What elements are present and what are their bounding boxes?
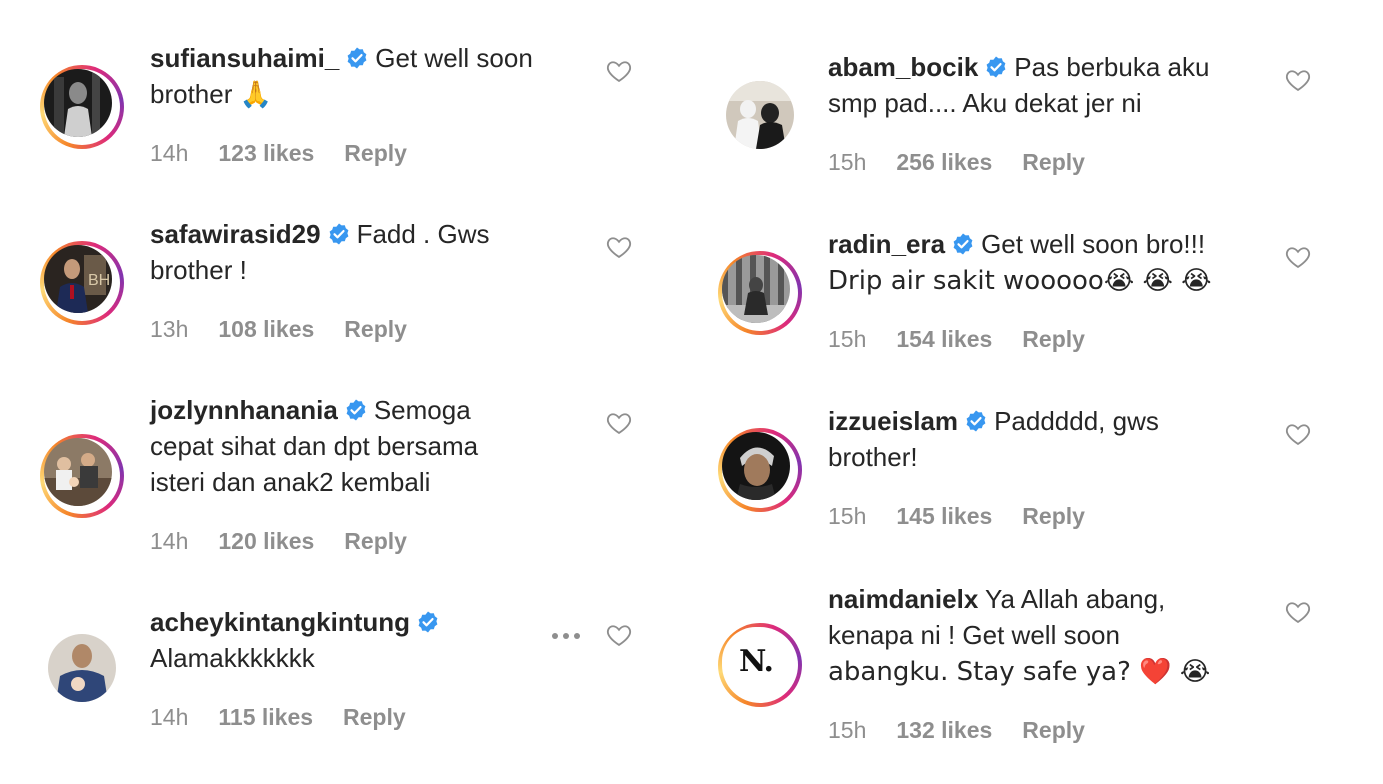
heart-icon[interactable] xyxy=(1284,243,1312,271)
comment-text: safawirasid29 Fadd . Gws brother ! xyxy=(150,216,580,288)
avatar[interactable] xyxy=(40,434,124,518)
heart-icon[interactable] xyxy=(605,621,633,649)
comment-meta: 15h 145 likes Reply xyxy=(828,503,1085,530)
svg-text:BH: BH xyxy=(88,272,110,289)
avatar[interactable] xyxy=(718,251,802,335)
verified-badge-icon xyxy=(984,55,1008,79)
timestamp[interactable]: 14h xyxy=(150,528,188,554)
likes-count[interactable]: 120 likes xyxy=(218,528,314,554)
comment-meta: 14h 120 likes Reply xyxy=(150,528,407,555)
avatar-logo-text: N. xyxy=(739,643,774,679)
likes-count[interactable]: 108 likes xyxy=(218,316,314,342)
reply-button[interactable]: Reply xyxy=(343,704,406,730)
username[interactable]: radin_era xyxy=(828,229,945,259)
comment-text: jozlynnhanania Semoga cepat sihat dan dpt… xyxy=(150,392,580,500)
comment-body: Pas berbuka aku xyxy=(1014,52,1210,82)
avatar[interactable] xyxy=(40,626,124,710)
avatar[interactable]: N. xyxy=(718,623,802,707)
likes-count[interactable]: 123 likes xyxy=(218,140,314,166)
reply-button[interactable]: Reply xyxy=(1022,717,1085,743)
comment-body: Get well soon bro!!! xyxy=(981,229,1206,259)
comment-text: abam_bocik Pas berbuka aku smp pad.... Ak… xyxy=(828,49,1258,121)
comment-body: Paddddd, gws xyxy=(994,406,1159,436)
timestamp[interactable]: 15h xyxy=(828,717,866,743)
comment-jozlynnhanania: jozlynnhanania Semoga cepat sihat dan dpt… xyxy=(40,392,680,555)
username[interactable]: izzueislam xyxy=(828,406,958,436)
likes-count[interactable]: 132 likes xyxy=(896,717,992,743)
verified-badge-icon xyxy=(344,398,368,422)
likes-count[interactable]: 154 likes xyxy=(896,326,992,352)
heart-icon[interactable] xyxy=(605,57,633,85)
likes-count[interactable]: 115 likes xyxy=(218,704,313,730)
timestamp[interactable]: 15h xyxy=(828,149,866,175)
heart-icon[interactable] xyxy=(605,233,633,261)
timestamp[interactable]: 15h xyxy=(828,503,866,529)
comment-body-cont: brother 🙏 xyxy=(150,79,272,109)
comment-meta: 15h 154 likes Reply xyxy=(828,326,1085,353)
timestamp[interactable]: 13h xyxy=(150,316,188,342)
reply-button[interactable]: Reply xyxy=(344,528,407,554)
avatar[interactable] xyxy=(718,428,802,512)
comment-body: Semoga xyxy=(373,395,471,425)
comment-body: Get well soon xyxy=(375,43,533,73)
timestamp[interactable]: 15h xyxy=(828,326,866,352)
comment-acheykintangkintung: acheykintangkintung Alamakkkkkkk 14h 115 … xyxy=(40,604,680,764)
username[interactable]: safawirasid29 xyxy=(150,219,321,249)
comment-body-cont: brother ! xyxy=(150,255,247,285)
timestamp[interactable]: 14h xyxy=(150,140,188,166)
comment-text: izzueislam Paddddd, gws brother! xyxy=(828,403,1258,475)
username[interactable]: acheykintangkintung xyxy=(150,607,410,637)
comment-body: Alamakkkkkkk xyxy=(150,643,315,673)
comment-text: acheykintangkintung Alamakkkkkkk xyxy=(150,604,580,676)
likes-count[interactable]: 145 likes xyxy=(896,503,992,529)
comment-izzueislam: izzueislam Paddddd, gws brother! 15h 145 l… xyxy=(718,403,1358,563)
comment-radin-era: radin_era Get well soon bro!!! Drip air s… xyxy=(718,226,1358,386)
comment-body-cont: Drip air sakit wooooo😭 😭 😭 xyxy=(828,266,1212,296)
heart-icon[interactable] xyxy=(1284,66,1312,94)
reply-button[interactable]: Reply xyxy=(1022,503,1085,529)
reply-button[interactable]: Reply xyxy=(1022,326,1085,352)
comment-body-cont: smp pad.... Aku dekat jer ni xyxy=(828,88,1142,118)
comment-text: sufiansuhaimi_ Get well soon brother 🙏 xyxy=(150,40,580,112)
heart-icon[interactable] xyxy=(1284,598,1312,626)
username[interactable]: abam_bocik xyxy=(828,52,978,82)
heart-icon[interactable] xyxy=(605,409,633,437)
comment-body: Ya Allah abang, xyxy=(985,584,1166,614)
comment-abam-bocik: abam_bocik Pas berbuka aku smp pad.... Ak… xyxy=(718,49,1358,209)
verified-badge-icon xyxy=(416,610,440,634)
username[interactable]: sufiansuhaimi_ xyxy=(150,43,339,73)
comment-naimdanielx: N. naimdanielx Ya Allah abang, kenapa ni… xyxy=(718,581,1358,744)
comment-body-cont: cepat sihat dan dpt bersama xyxy=(150,431,479,461)
timestamp[interactable]: 14h xyxy=(150,704,188,730)
verified-badge-icon xyxy=(964,409,988,433)
likes-count[interactable]: 256 likes xyxy=(896,149,992,175)
reply-button[interactable]: Reply xyxy=(344,316,407,342)
comment-body-cont2: abangku. Stay safe ya? ❤️ 😭 xyxy=(828,657,1211,687)
username[interactable]: naimdanielx xyxy=(828,584,978,614)
comment-text: naimdanielx Ya Allah abang, kenapa ni ! … xyxy=(828,581,1258,690)
verified-badge-icon xyxy=(345,46,369,70)
comment-meta: 15h 256 likes Reply xyxy=(828,149,1085,176)
comment-body-cont: kenapa ni ! Get well soon xyxy=(828,620,1120,650)
reply-button[interactable]: Reply xyxy=(1022,149,1085,175)
avatar[interactable] xyxy=(718,73,802,157)
username[interactable]: jozlynnhanania xyxy=(150,395,338,425)
comment-body-cont2: isteri dan anak2 kembali xyxy=(150,467,431,497)
comment-meta: 14h 123 likes Reply xyxy=(150,140,407,167)
comment-body-cont: brother! xyxy=(828,442,918,472)
comment-meta: 14h 115 likes Reply xyxy=(150,704,406,731)
verified-badge-icon xyxy=(951,232,975,256)
comment-safawirasid29: BH safawirasid29 Fadd . Gws brother ! 13h… xyxy=(40,216,680,376)
avatar[interactable]: BH xyxy=(40,241,124,325)
comment-sufiansuhaimi: sufiansuhaimi_ Get well soon brother 🙏 14… xyxy=(40,40,680,200)
comment-meta: 13h 108 likes Reply xyxy=(150,316,407,343)
heart-icon[interactable] xyxy=(1284,420,1312,448)
comment-text: radin_era Get well soon bro!!! Drip air s… xyxy=(828,226,1258,299)
verified-badge-icon xyxy=(327,222,351,246)
more-options-icon[interactable] xyxy=(550,631,582,641)
comment-meta: 15h 132 likes Reply xyxy=(828,717,1085,744)
reply-button[interactable]: Reply xyxy=(344,140,407,166)
avatar[interactable] xyxy=(40,65,124,149)
comment-body: Fadd . Gws xyxy=(356,219,490,249)
